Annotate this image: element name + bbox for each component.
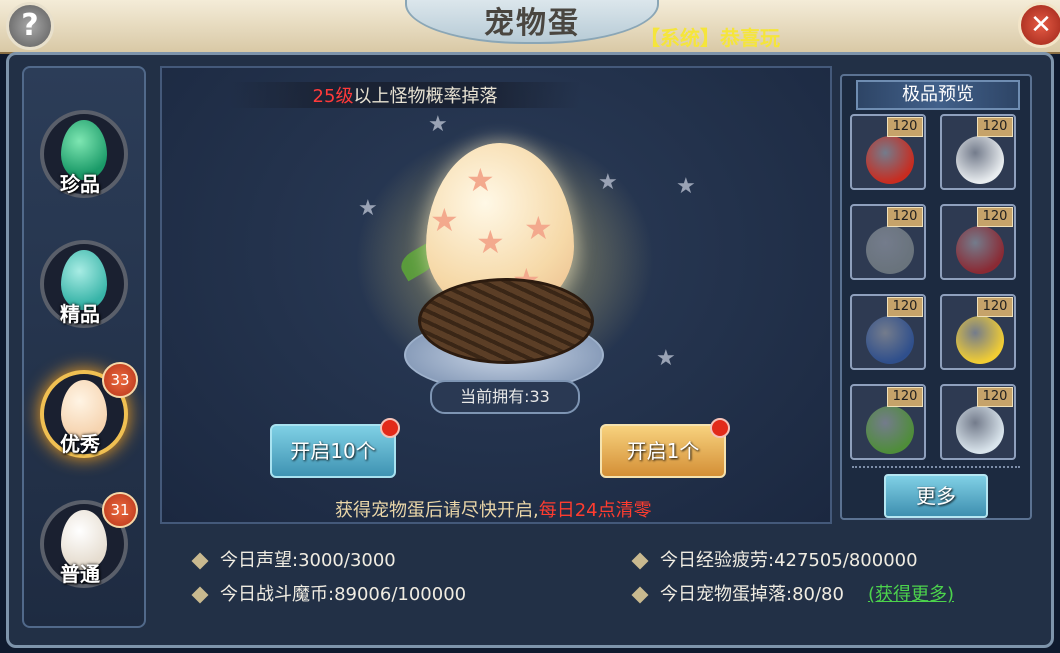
stat-value: 427505/800000	[774, 550, 918, 571]
level-badge: 120	[977, 207, 1013, 227]
level-badge: 120	[887, 387, 923, 407]
diamond-bullet-icon	[631, 552, 649, 570]
title-plate: 宠物蛋	[405, 0, 659, 44]
level-badge: 120	[977, 297, 1013, 317]
owned-count: 当前拥有:33	[430, 380, 580, 414]
white-wolf-icon	[956, 136, 1004, 184]
help-button[interactable]: ?	[6, 2, 54, 50]
category-excellent[interactable]: 优秀 33	[34, 362, 138, 464]
level-badge: 120	[887, 207, 923, 227]
diamond-bullet-icon	[191, 552, 209, 570]
category-fine[interactable]: 精品	[34, 234, 134, 334]
egg-star-icon: ★	[524, 209, 553, 247]
preview-slot[interactable]: 120	[940, 114, 1016, 190]
level-text: 25级	[312, 86, 354, 107]
stat-value: 89006/100000	[334, 584, 467, 605]
stone-dragon-icon	[866, 226, 914, 274]
hint-text: 获得宠物蛋后请尽快开启,	[335, 500, 539, 521]
daily-stats: 今日声望:3000/3000 今日战斗魔币:89006/100000 今日经验疲…	[160, 526, 1032, 626]
preview-slot[interactable]: 120	[940, 294, 1016, 370]
stat-label: 今日经验疲劳:	[660, 550, 775, 571]
category-label: 优秀	[60, 432, 100, 456]
preview-slot[interactable]: 120	[850, 384, 926, 460]
preview-title: 极品预览	[856, 80, 1020, 110]
red-beast-icon	[866, 136, 914, 184]
open-10-label: 开启10个	[290, 439, 376, 463]
egg-star-icon: ★	[466, 161, 495, 199]
stat-egg-drop: 今日宠物蛋掉落:80/80 (获得更多)	[631, 580, 954, 606]
stat-exp-fatigue: 今日经验疲劳:427505/800000	[631, 546, 918, 572]
category-label: 精品	[60, 302, 100, 326]
preview-slot[interactable]: 120	[850, 294, 926, 370]
blue-demon-icon	[866, 316, 914, 364]
open-hint: 获得宠物蛋后请尽快开启,每日24点清零	[335, 496, 652, 522]
sparkle-star-icon: ★	[656, 346, 676, 371]
get-more-link[interactable]: (获得更多)	[868, 584, 954, 605]
level-badge: 120	[977, 117, 1013, 137]
more-button[interactable]: 更多	[884, 474, 988, 518]
diamond-bullet-icon	[191, 586, 209, 604]
diamond-bullet-icon	[631, 586, 649, 604]
system-message: 【系统】恭喜玩	[640, 26, 780, 50]
drop-info-subtitle: 25级以上怪物概率掉落	[230, 82, 580, 108]
sparkle-star-icon: ★	[598, 170, 618, 195]
sparkle-star-icon: ★	[358, 196, 378, 221]
open-1-label: 开启1个	[626, 439, 700, 463]
nest	[418, 278, 594, 364]
page-title: 宠物蛋	[484, 6, 580, 41]
level-badge: 120	[887, 117, 923, 137]
notification-dot	[380, 418, 400, 438]
egg-star-icon: ★	[476, 223, 505, 261]
level-badge: 120	[887, 297, 923, 317]
preview-divider	[852, 466, 1020, 468]
subtitle-text: 以上怪物概率掉落	[353, 86, 498, 107]
stat-label: 今日宠物蛋掉落:	[660, 584, 793, 605]
preview-slot[interactable]: 120	[940, 384, 1016, 460]
sparkle-star-icon: ★	[676, 174, 696, 199]
egg-star-icon: ★	[430, 201, 459, 239]
stat-battle-coins: 今日战斗魔币:89006/100000	[191, 580, 467, 606]
cactus-icon	[866, 406, 914, 454]
count-badge: 31	[102, 492, 138, 528]
sparkle-star-icon: ★	[428, 112, 448, 137]
stat-label: 今日声望:	[220, 550, 299, 571]
necklace-icon	[956, 226, 1004, 274]
count-badge: 33	[102, 362, 138, 398]
category-label: 珍品	[60, 172, 100, 196]
stat-value: 80/80	[792, 584, 844, 605]
notification-dot	[710, 418, 730, 438]
hint-reset-text: 每日24点清零	[538, 500, 652, 521]
preview-slot[interactable]: 120	[850, 204, 926, 280]
stat-prestige: 今日声望:3000/3000	[191, 546, 396, 572]
sword-icon	[956, 406, 1004, 454]
level-badge: 120	[977, 387, 1013, 407]
yellow-spider-icon	[956, 316, 1004, 364]
stat-value: 3000/3000	[298, 550, 396, 571]
open-1-button[interactable]: 开启1个	[600, 418, 730, 478]
category-normal[interactable]: 普通 31	[34, 492, 138, 594]
preview-slot[interactable]: 120	[940, 204, 1016, 280]
category-treasure[interactable]: 珍品	[34, 104, 134, 204]
open-10-button[interactable]: 开启10个	[270, 418, 400, 478]
close-button[interactable]: ✕	[1018, 2, 1060, 48]
stat-label: 今日战斗魔币:	[220, 584, 335, 605]
category-label: 普通	[60, 562, 100, 586]
preview-slot[interactable]: 120	[850, 114, 926, 190]
